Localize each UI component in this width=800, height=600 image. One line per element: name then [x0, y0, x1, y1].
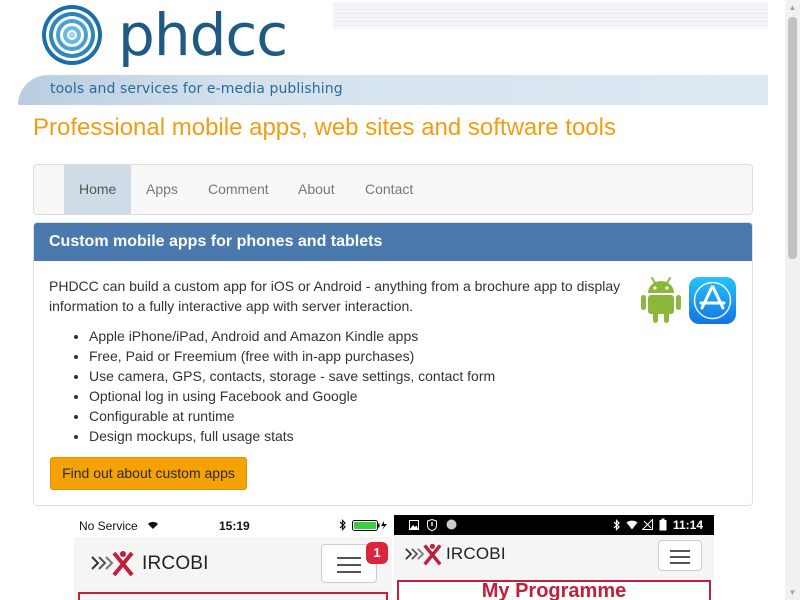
ios-time: 15:19 — [219, 519, 250, 533]
ircobi-brand: IRCOBI — [446, 544, 506, 563]
panel-heading: Custom mobile apps for phones and tablet… — [34, 223, 752, 261]
list-item: Apple iPhone/iPad, Android and Amazon Ki… — [89, 326, 495, 346]
wifi-icon — [626, 520, 638, 530]
android-screenshot: 11:14 IRCOBI My Programme — [394, 515, 714, 600]
battery-icon — [352, 520, 387, 531]
site-header: phdcc tools and services for e-media pub… — [0, 0, 785, 105]
list-item: Configurable at runtime — [89, 406, 495, 426]
tagline: tools and services for e-media publishin… — [50, 81, 343, 97]
bluetooth-icon — [339, 519, 346, 531]
ios-carrier: No Service — [79, 519, 138, 533]
nav-item-contact[interactable]: Contact — [350, 165, 428, 214]
wifi-icon — [148, 521, 158, 529]
notification-badge: 1 — [366, 542, 388, 564]
app-screenshots: No Service 15:19 IRCOBI 1 11:14 IRCOBI M… — [72, 515, 714, 600]
image-notification-icon — [409, 520, 419, 530]
battery-icon — [659, 518, 667, 531]
scroll-down-arrow-icon[interactable]: ▼ — [785, 585, 800, 600]
list-item: Design mockups, full usage stats — [89, 426, 495, 446]
logo-text[interactable]: phdcc — [118, 2, 288, 68]
custom-apps-panel: Custom mobile apps for phones and tablet… — [33, 222, 753, 506]
list-item: Free, Paid or Freemium (free with in-app… — [89, 346, 495, 366]
header-decoration — [333, 2, 768, 29]
my-programme-box: My Programme — [397, 580, 711, 600]
ircobi-logo-icon — [405, 543, 442, 566]
ircobi-brand: IRCOBI — [142, 553, 209, 574]
ios-status-bar: No Service 15:19 — [72, 515, 394, 537]
ios-content-box — [78, 592, 388, 600]
page-scrollbar[interactable]: ▲ ▼ — [785, 0, 800, 600]
android-app-bar: IRCOBI — [394, 535, 714, 580]
list-item: Optional log in using Facebook and Googl… — [89, 386, 495, 406]
scroll-up-arrow-icon[interactable]: ▲ — [785, 0, 800, 15]
app-store-icon[interactable] — [688, 276, 737, 325]
find-out-custom-apps-button[interactable]: Find out about custom apps — [50, 457, 247, 490]
android-menu-button[interactable] — [658, 540, 702, 571]
shield-icon — [427, 519, 437, 531]
ircobi-logo-icon — [91, 551, 134, 577]
nav-item-home[interactable]: Home — [64, 165, 132, 214]
android-status-bar: 11:14 — [394, 515, 714, 535]
page-title: Professional mobile apps, web sites and … — [33, 114, 616, 141]
ios-screenshot: No Service 15:19 IRCOBI 1 — [72, 515, 394, 600]
android-icon[interactable] — [640, 276, 682, 324]
main-nav: Home Apps Comment About Contact — [33, 164, 753, 215]
circle-notification-icon — [446, 519, 457, 530]
bluetooth-icon — [613, 519, 620, 531]
nav-item-comment[interactable]: Comment — [193, 165, 284, 214]
nav-item-apps[interactable]: Apps — [131, 165, 193, 214]
cellular-signal-icon — [642, 519, 653, 530]
nav-item-about[interactable]: About — [283, 165, 350, 214]
feature-list: Apple iPhone/iPad, Android and Amazon Ki… — [89, 326, 495, 446]
list-item: Use camera, GPS, contacts, storage - sav… — [89, 366, 495, 386]
logo-rings-icon[interactable] — [40, 3, 104, 67]
ios-app-bar: IRCOBI — [74, 537, 392, 600]
panel-intro: PHDCC can build a custom app for iOS or … — [49, 278, 621, 314]
scroll-thumb[interactable] — [788, 17, 797, 259]
my-programme-title: My Programme — [481, 580, 627, 600]
android-time: 11:14 — [673, 518, 704, 532]
